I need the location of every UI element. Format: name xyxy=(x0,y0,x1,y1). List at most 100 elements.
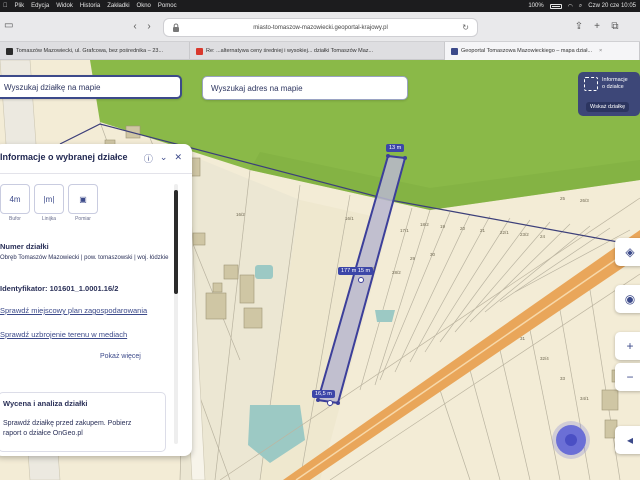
show-more-link[interactable]: Pokaż więcej xyxy=(100,353,141,360)
tab-label: Re: ...alternatywa ceny średniej i wysok… xyxy=(206,48,374,54)
parcel-info-button[interactable]: Informacje o działce Wskaż działkę xyxy=(578,72,640,116)
parcel-number: 24 xyxy=(540,234,546,239)
tool-label: Bufor xyxy=(9,216,21,222)
dimension-label-mid: 177 m 15 m xyxy=(338,267,374,275)
menu-edit[interactable]: Edycja xyxy=(31,3,49,9)
parcel-search-input[interactable]: Wyszukaj działkę na mapie xyxy=(0,75,182,99)
close-tab-icon[interactable]: × xyxy=(599,48,602,54)
battery-percent: 100% xyxy=(528,3,544,9)
parcel-number: 31 xyxy=(520,336,526,341)
water-pond xyxy=(375,310,395,322)
parcel-vertex xyxy=(336,401,340,405)
back-icon[interactable]: ‹ xyxy=(128,21,142,33)
chevron-left-icon: ◂ xyxy=(626,433,634,447)
parcel-midpoint xyxy=(327,400,333,406)
address-bar[interactable]: miasto-tomaszow-mazowiecki.geoportal-kra… xyxy=(163,18,478,37)
zoom-in-button[interactable]: + xyxy=(615,332,640,360)
new-tab-icon[interactable]: + xyxy=(590,21,604,33)
parcel-vertex xyxy=(403,156,407,160)
close-icon[interactable]: ✕ xyxy=(174,152,182,165)
parcel-number: 18/2 xyxy=(420,222,429,227)
address-search-label: Wyszukaj adres na mapie xyxy=(211,83,303,93)
ruler-icon: |m| xyxy=(34,184,64,214)
buffer-tool[interactable]: 4m Bufor xyxy=(0,184,30,222)
scrollbar-thumb[interactable] xyxy=(174,190,178,294)
dimension-label-top: 13 m xyxy=(386,144,405,152)
parcel-number: 28/2 xyxy=(392,270,401,275)
parcel-search-label: Wyszukaj działkę na mapie xyxy=(4,82,101,92)
panel-divider xyxy=(0,173,192,174)
utility-link[interactable]: Sprawdź uzbrojenie terenu w mediach xyxy=(0,330,127,339)
clock[interactable]: Czw 20 cze 10:05 xyxy=(588,3,636,9)
address-search-input[interactable]: Wyszukaj adres na mapie xyxy=(202,76,408,100)
tab-favicon xyxy=(6,47,13,55)
parcel-number: 21 xyxy=(480,228,486,233)
parcel-number: 16/2 xyxy=(236,212,245,217)
valuation-line-2: raport o działce OnGeo.pl xyxy=(3,430,83,437)
parcel-number: 30 xyxy=(430,252,436,257)
ruler-tool[interactable]: |m| Linijka xyxy=(34,184,64,222)
gmail-icon xyxy=(196,47,203,55)
valuation-card[interactable]: Wycena i analiza działki Sprawdź działkę… xyxy=(0,392,166,452)
help-icon[interactable]: ⓘ xyxy=(144,152,153,165)
select-area-icon xyxy=(584,77,598,91)
parcel-number: 20 xyxy=(460,226,466,231)
locate-button[interactable]: ◉ xyxy=(615,285,640,313)
plus-icon: + xyxy=(626,339,634,353)
chevron-down-icon[interactable]: ⌄ xyxy=(160,152,168,165)
parcel-number-heading: Numer działki xyxy=(0,242,49,251)
measure-tool[interactable]: ▣ Pomiar xyxy=(68,184,98,222)
parcel-number: 26/3 xyxy=(580,198,589,203)
tab-listing[interactable]: Tomaszów Mazowiecki, ul. Grafcowa, bez p… xyxy=(0,42,190,60)
parcel-midpoint xyxy=(358,277,364,283)
sidebar-toggle-icon[interactable]: ▭ xyxy=(4,20,18,32)
water-pond xyxy=(255,265,273,279)
valuation-title: Wycena i analiza działki xyxy=(3,399,88,408)
menu-history[interactable]: Historia xyxy=(80,3,100,9)
tab-email[interactable]: Re: ...alternatywa ceny średniej i wysok… xyxy=(190,42,445,60)
wifi-icon[interactable]: ◠ xyxy=(568,3,573,10)
tool-label: Linijka xyxy=(41,216,57,222)
tab-geoportal[interactable]: Geoportal Tomaszowa Mazowieckiego – mapa… xyxy=(445,42,640,60)
parcel-number: 34/1 xyxy=(580,396,589,401)
menu-window[interactable]: Okno xyxy=(137,3,151,9)
dimension-label-bottom: 16,5 m xyxy=(312,390,335,398)
menu-view[interactable]: Widok xyxy=(56,3,73,9)
collapse-button[interactable]: ◂ xyxy=(615,426,640,454)
search-spotlight-icon[interactable]: ⌕ xyxy=(579,3,582,10)
lock-icon xyxy=(173,23,179,32)
menu-help[interactable]: Pomoc xyxy=(158,3,177,9)
parcel-number: 22/1 xyxy=(500,230,509,235)
parcel-location: Obręb Tomaszów Mazowiecki | pow. tomaszo… xyxy=(0,255,169,261)
share-icon[interactable]: ⇪ xyxy=(572,21,586,33)
parcel-number: 29 xyxy=(410,256,416,261)
parcel-number: 23/2 xyxy=(520,232,529,237)
tab-overview-icon[interactable]: ⧉ xyxy=(608,21,622,33)
layers-icon: ◈ xyxy=(625,245,635,259)
locate-icon: ◉ xyxy=(624,292,636,306)
parcel-info-panel: Informacje o wybranej działce ⓘ ⌄ ✕ 4m B… xyxy=(0,144,192,456)
tab-bar: Tomaszów Mazowiecki, ul. Grafcowa, bez p… xyxy=(0,42,640,60)
measure-icon: ▣ xyxy=(68,184,98,214)
point-parcel-button[interactable]: Wskaż działkę xyxy=(586,102,630,112)
apple-menu-icon[interactable]:  xyxy=(3,3,8,9)
parcel-vertex xyxy=(316,398,320,402)
parcel-number: 33 xyxy=(560,376,566,381)
forward-icon[interactable]: › xyxy=(142,21,156,33)
url-text: miasto-tomaszow-mazowiecki.geoportal-kra… xyxy=(253,24,388,31)
minus-icon: − xyxy=(626,370,634,384)
layers-button[interactable]: ◈ xyxy=(615,238,640,266)
zoning-plan-link[interactable]: Sprawdź miejscowy plan zagospodarowania xyxy=(0,306,147,315)
info-line-1: Informacje xyxy=(602,77,628,83)
zoom-out-button[interactable]: − xyxy=(615,363,640,391)
menu-bookmarks[interactable]: Zakładki xyxy=(107,3,129,9)
panel-scrollbar[interactable] xyxy=(174,184,178,444)
menu-file[interactable]: Plik xyxy=(15,3,25,9)
tab-label: Geoportal Tomaszowa Mazowieckiego – mapa… xyxy=(461,48,593,54)
parcel-number: 25 xyxy=(560,196,566,201)
tab-favicon xyxy=(451,47,458,55)
reload-icon[interactable]: ↻ xyxy=(462,23,469,32)
assistant-fab[interactable] xyxy=(556,425,586,455)
battery-icon[interactable] xyxy=(549,3,562,9)
parcel-number: 19 xyxy=(440,224,446,229)
